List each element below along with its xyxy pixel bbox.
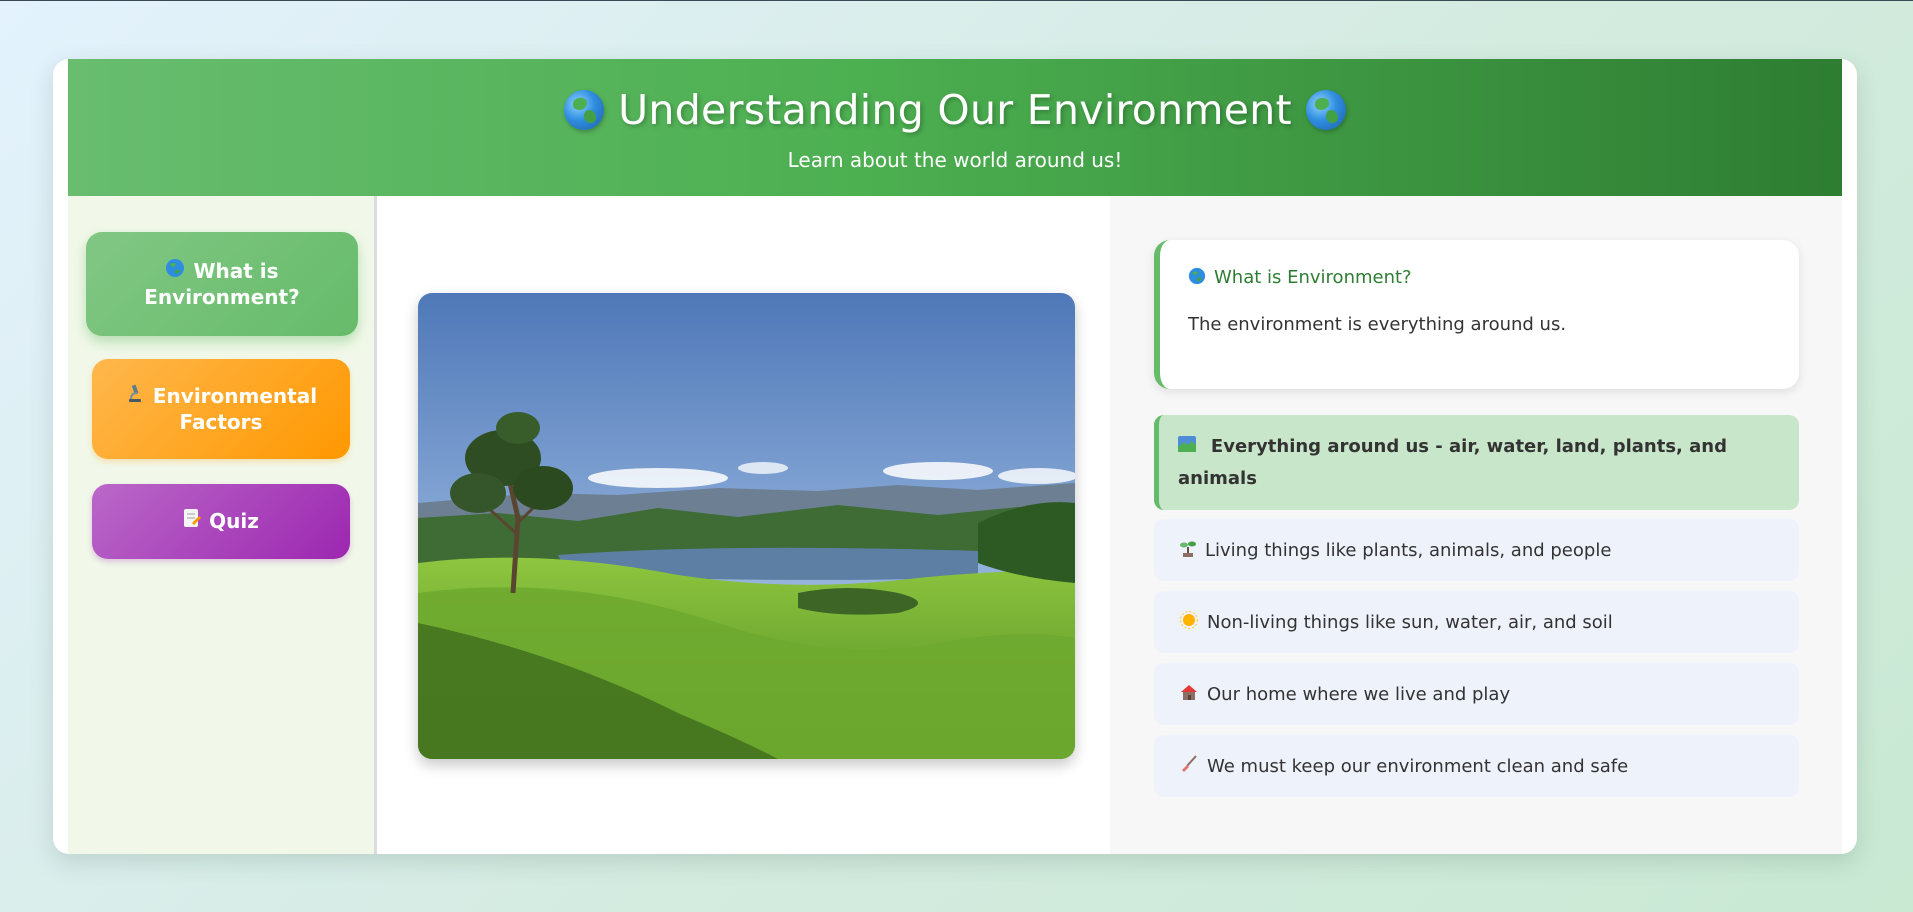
nav-what-is-environment-button[interactable]: What is Environment? xyxy=(86,232,358,336)
info-card-title-row: What is Environment? xyxy=(1188,267,1412,290)
page-title: Understanding Our Environment xyxy=(618,86,1292,134)
main-card: Understanding Our Environment Learn abou… xyxy=(53,59,1857,854)
page-header: Understanding Our Environment Learn abou… xyxy=(68,59,1842,196)
landscape-icon xyxy=(1178,435,1202,457)
fact-text: Our home where we live and play xyxy=(1207,683,1511,705)
nav-label-wrap: What is Environment? xyxy=(86,258,358,310)
landscape-image xyxy=(418,293,1075,759)
sun-icon xyxy=(1180,610,1198,634)
fact-text: Living things like plants, animals, and … xyxy=(1205,539,1612,561)
page-title-row: Understanding Our Environment xyxy=(68,83,1842,137)
nav-quiz-button[interactable]: Quiz xyxy=(92,484,350,559)
nav-label-wrap: Environmental Factors xyxy=(92,383,350,435)
memo-icon xyxy=(183,508,202,535)
globe-icon xyxy=(564,90,605,130)
fact-item[interactable]: We must keep our environment clean and s… xyxy=(1154,735,1799,797)
fact-item[interactable]: Living things like plants, animals, and … xyxy=(1154,519,1799,581)
top-border xyxy=(0,0,1913,1)
info-card-body: The environment is everything around us. xyxy=(1188,314,1567,335)
page-subtitle: Learn about the world around us! xyxy=(787,148,1123,172)
microscope-icon xyxy=(125,383,145,410)
fact-text: We must keep our environment clean and s… xyxy=(1207,755,1629,777)
fact-item[interactable]: Our home where we live and play xyxy=(1154,663,1799,725)
globe-icon xyxy=(1188,267,1206,290)
fact-item-highlighted[interactable]: Everything around us - air, water, land,… xyxy=(1154,415,1799,510)
nav-label: Environmental Factors xyxy=(152,384,318,434)
seedling-icon xyxy=(1180,539,1196,562)
broom-icon xyxy=(1180,754,1198,778)
nav-environmental-factors-button[interactable]: Environmental Factors xyxy=(92,359,350,459)
fact-text: Non-living things like sun, water, air, … xyxy=(1207,611,1613,633)
info-card-title: What is Environment? xyxy=(1214,267,1412,288)
info-card: What is Environment? The environment is … xyxy=(1154,240,1799,389)
nav-label-wrap: Quiz xyxy=(183,508,259,535)
fact-text-wrap: Everything around us - air, water, land,… xyxy=(1178,431,1799,495)
fact-text: Everything around us - air, water, land,… xyxy=(1178,435,1728,489)
globe-icon xyxy=(165,258,185,285)
fact-item[interactable]: Non-living things like sun, water, air, … xyxy=(1154,591,1799,653)
house-icon xyxy=(1180,683,1198,706)
nav-label: Quiz xyxy=(209,509,259,533)
globe-icon xyxy=(1305,90,1346,130)
sidebar: What is Environment? Environmental Facto… xyxy=(68,196,377,854)
